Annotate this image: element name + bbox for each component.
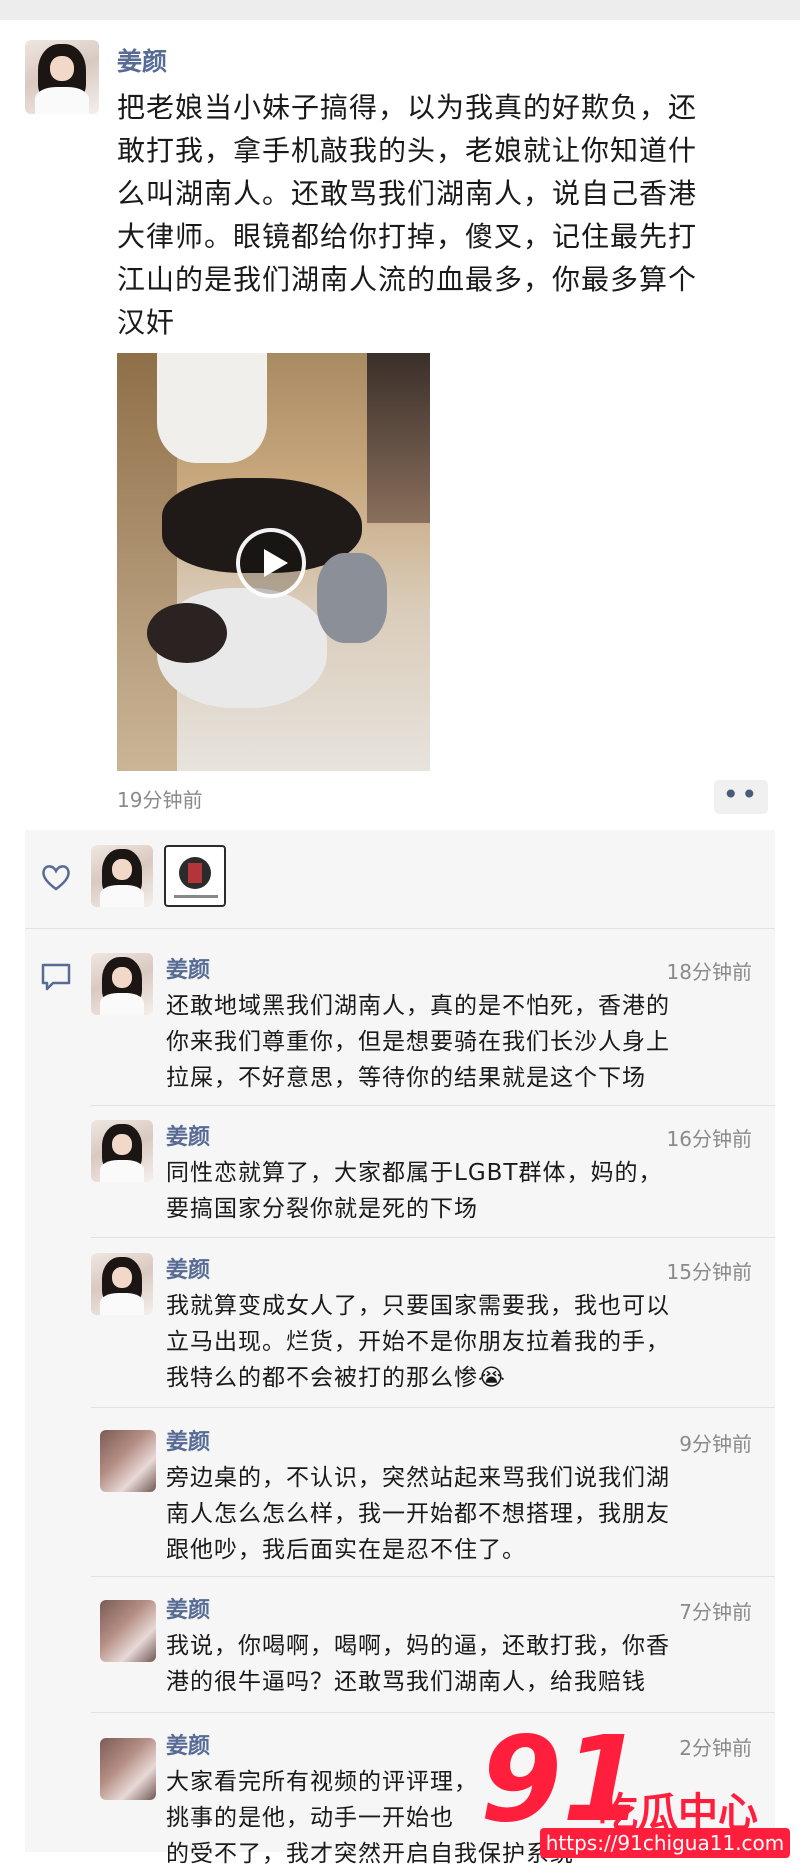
- post-text-line: 大律师。眼镜都给你打掉，傻叉，记住最先打: [117, 220, 698, 253]
- comment-divider: [91, 1105, 775, 1106]
- comment-avatar[interactable]: [100, 1600, 156, 1662]
- author-avatar[interactable]: [25, 40, 99, 114]
- post-author-name[interactable]: 姜颜: [117, 42, 167, 78]
- more-options-button[interactable]: ••: [714, 780, 768, 814]
- play-icon[interactable]: [236, 528, 306, 598]
- post-text: 把老娘当小妹子搞得，以为我真的好欺负，还 敢打我，拿手机敲我的头，老娘就让你知道…: [117, 86, 777, 344]
- comment-author[interactable]: 姜颜: [166, 952, 210, 984]
- post-text-line: 么叫湖南人。还敢骂我们湖南人，说自己香港: [117, 177, 698, 210]
- comment-author[interactable]: 姜颜: [166, 1424, 210, 1456]
- comment-avatar[interactable]: [100, 1430, 156, 1492]
- comment-author[interactable]: 姜颜: [166, 1728, 210, 1760]
- comment-avatar[interactable]: [91, 1120, 153, 1182]
- comment-text: 我就算变成女人了，只要国家需要我，我也可以 立马出现。烂货，开始不是你朋友拉着我…: [166, 1293, 670, 1391]
- comment-divider: [91, 1237, 775, 1238]
- post-text-line: 江山的是我们湖南人流的血最多，你最多算个: [117, 263, 698, 296]
- comment-text: 旁边桌的，不认识，突然站起来骂我们说我们湖 南人怎么怎么样，我一开始都不想搭理，…: [166, 1465, 670, 1563]
- comment-text: 我说，你喝啊，喝啊，妈的逼，还敢打我，你香 港的很牛逼吗？还敢骂我们湖南人，给我…: [166, 1633, 670, 1695]
- comment-avatar[interactable]: [91, 953, 153, 1015]
- comment-text: 同性恋就算了，大家都属于LGBT群体，妈的， 要搞国家分裂你就是死的下场: [166, 1160, 663, 1222]
- comment-avatar[interactable]: [100, 1738, 156, 1800]
- comment-time: 15分钟前: [666, 1260, 752, 1284]
- post-text-line: 汉奸: [117, 306, 176, 339]
- post-video[interactable]: [117, 353, 430, 771]
- heart-icon[interactable]: [40, 862, 72, 892]
- post-time: 19分钟前: [117, 788, 203, 812]
- comment-time: 16分钟前: [666, 1127, 752, 1151]
- comment-icon: [40, 962, 72, 992]
- comment-divider: [91, 1576, 775, 1577]
- post-text-line: 敢打我，拿手机敲我的头，老娘就让你知道什: [117, 134, 698, 167]
- comment-author[interactable]: 姜颜: [166, 1252, 210, 1284]
- post-text-line: 把老娘当小妹子搞得，以为我真的好欺负，还: [117, 91, 698, 124]
- comment-divider: [91, 1712, 775, 1713]
- comment-avatar[interactable]: [91, 1253, 153, 1315]
- comment-divider: [91, 1407, 775, 1408]
- like-avatar[interactable]: [91, 845, 153, 907]
- top-strip: [0, 0, 800, 20]
- like-avatar-logo[interactable]: [164, 845, 226, 907]
- comment-time: 2分钟前: [679, 1736, 752, 1760]
- comment-time: 18分钟前: [666, 960, 752, 984]
- comment-author[interactable]: 姜颜: [166, 1592, 210, 1624]
- comment-time: 7分钟前: [679, 1600, 752, 1624]
- comment-time: 9分钟前: [679, 1432, 752, 1456]
- comment-text: 还敢地域黑我们湖南人，真的是不怕死，香港的 你来我们尊重你，但是想要骑在我们长沙…: [166, 993, 670, 1091]
- watermark-url: https://91chigua11.com: [540, 1828, 790, 1858]
- likes-divider: [25, 928, 775, 929]
- comment-author[interactable]: 姜颜: [166, 1119, 210, 1151]
